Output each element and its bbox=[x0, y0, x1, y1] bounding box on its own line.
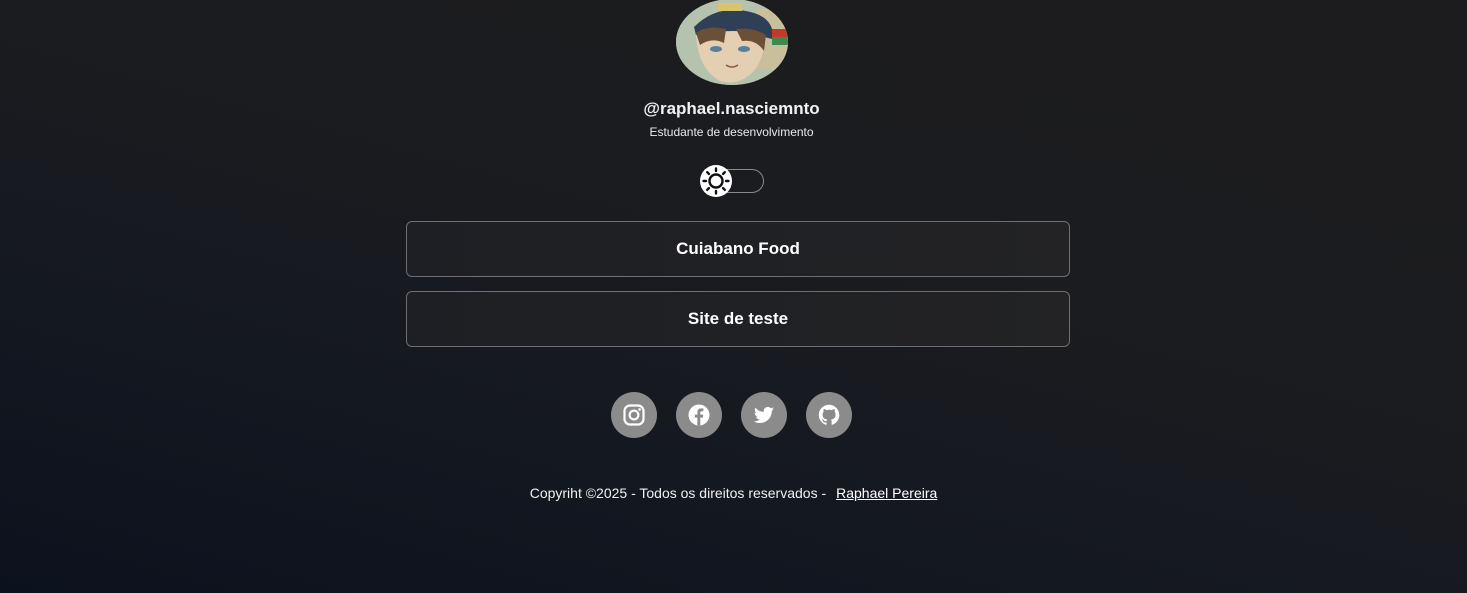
profile-username: @raphael.nasciemnto bbox=[643, 99, 820, 118]
footer-copyright: Copyriht ©2025 - Todos os direitos reser… bbox=[529, 485, 827, 501]
facebook-button[interactable] bbox=[676, 392, 722, 438]
github-icon bbox=[818, 404, 840, 425]
twitter-icon bbox=[753, 406, 774, 423]
profile-page: @raphael.nasciemnto Estudante de desenvo… bbox=[0, 0, 1467, 593]
footer: Copyriht ©2025 - Todos os direitos reser… bbox=[0, 485, 1467, 501]
instagram-button[interactable] bbox=[611, 392, 657, 438]
avatar bbox=[676, 0, 788, 85]
link-button-cuiabano-food[interactable]: Cuiabano Food bbox=[406, 221, 1070, 277]
github-button[interactable] bbox=[806, 392, 852, 438]
avatar-illustration bbox=[676, 0, 788, 85]
theme-toggle[interactable] bbox=[700, 165, 764, 197]
profile-bio: Estudante de desenvolvimento bbox=[649, 125, 814, 139]
twitter-button[interactable] bbox=[741, 392, 787, 438]
instagram-icon bbox=[623, 404, 645, 426]
link-button-site-de-teste[interactable]: Site de teste bbox=[406, 291, 1070, 347]
facebook-icon bbox=[688, 404, 710, 426]
footer-author-link[interactable]: Raphael Pereira bbox=[836, 485, 937, 501]
sun-icon[interactable] bbox=[700, 165, 732, 197]
